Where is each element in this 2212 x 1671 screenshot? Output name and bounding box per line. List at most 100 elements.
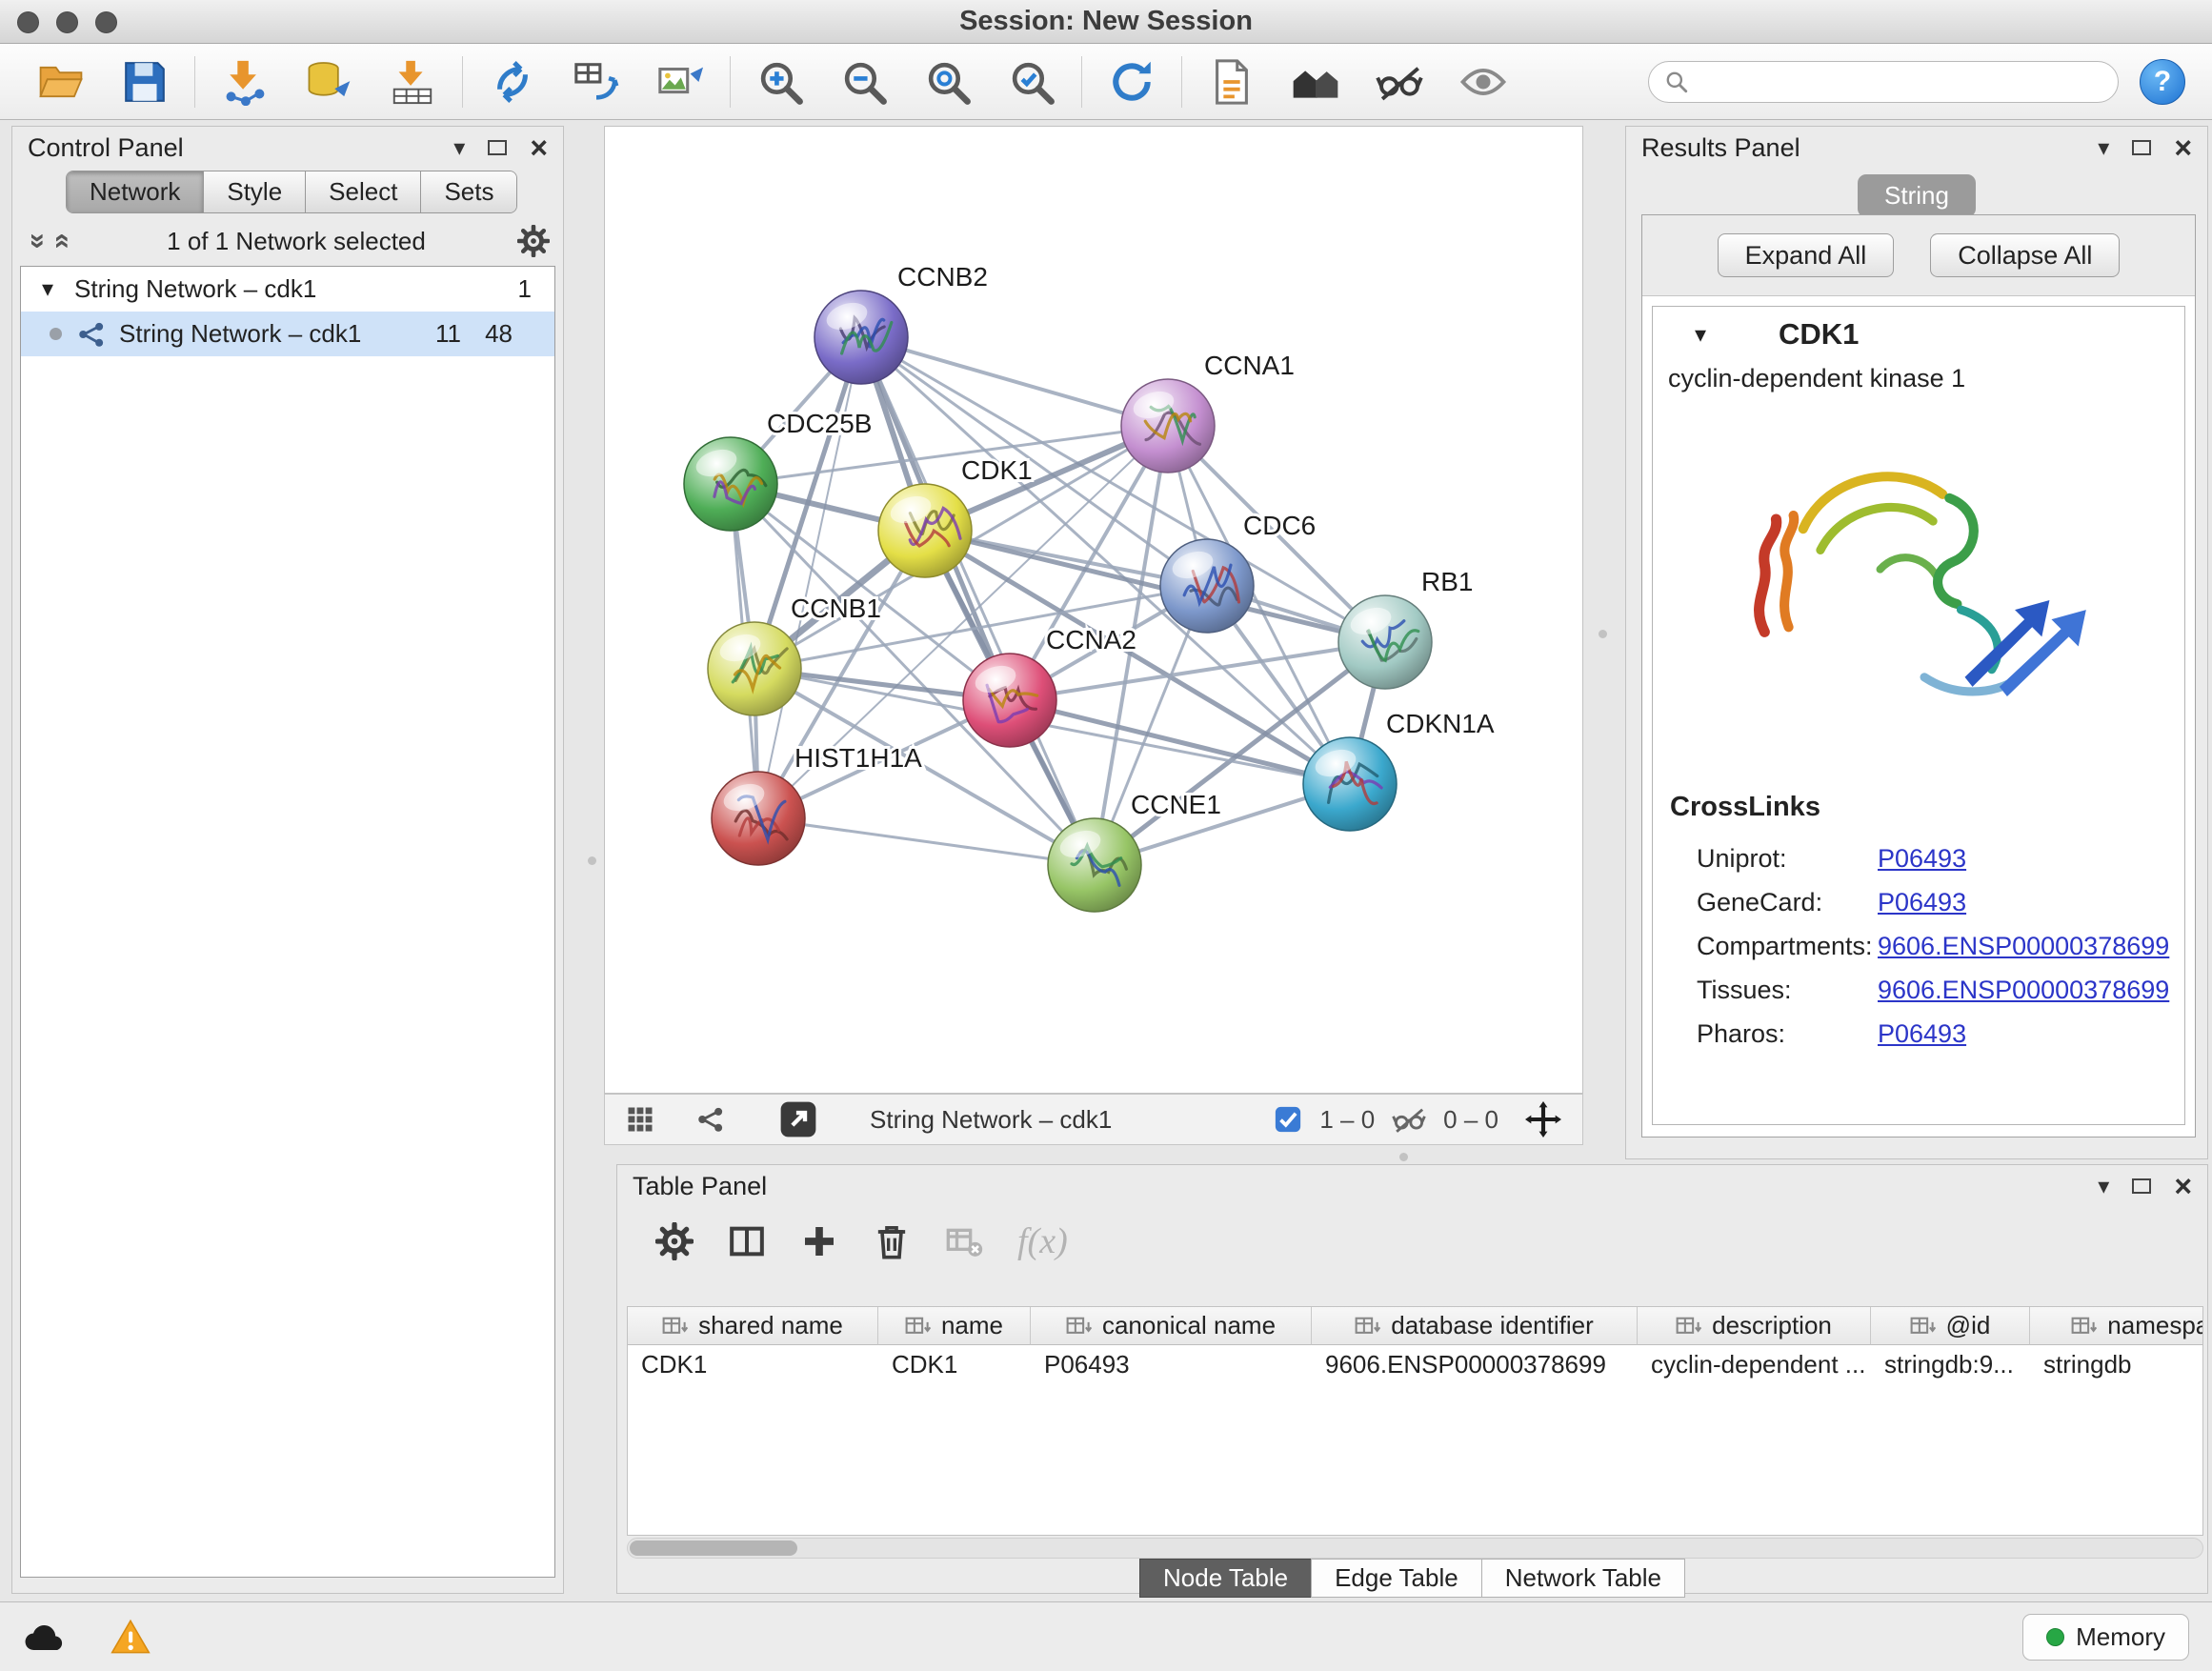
toolbar-separator (462, 56, 463, 108)
tab-network-table[interactable]: Network Table (1481, 1559, 1685, 1598)
show-columns-icon[interactable] (728, 1222, 766, 1260)
crosslink-row: GeneCard:P06493 (1653, 880, 2184, 924)
delete-table-icon (945, 1222, 983, 1260)
warning-icon[interactable] (111, 1619, 151, 1655)
tree-expander-icon[interactable]: ▾ (42, 275, 74, 303)
column-header-@id[interactable]: @id (1871, 1307, 2030, 1345)
network-collection-row[interactable]: ▾ String Network – cdk1 1 (21, 267, 554, 312)
tab-sets[interactable]: Sets (421, 171, 516, 212)
horizontal-splitter-handle[interactable] (1399, 1153, 1408, 1161)
network-view[interactable]: CCNB2CCNA1CDC25BCDK1CDC6RB1CCNB1CCNA2CDK… (604, 126, 1583, 1094)
crosslink-link[interactable]: P06493 (1878, 844, 1966, 874)
column-header-namespace[interactable]: namespace (2030, 1307, 2203, 1345)
panel-close-icon[interactable]: × (2174, 138, 2192, 157)
open-session-button[interactable] (19, 45, 103, 119)
network-row-selected[interactable]: String Network – cdk1 11 48 (21, 312, 554, 356)
search-input[interactable] (1699, 67, 2102, 96)
window-zoom-button[interactable] (95, 11, 117, 33)
panel-maximize-icon[interactable] (2132, 140, 2151, 155)
detach-view-icon[interactable] (778, 1099, 818, 1139)
network-edge[interactable] (758, 818, 1095, 865)
crosslink-row: Tissues:9606.ENSP00000378699 (1653, 968, 2184, 1012)
network-edge[interactable] (861, 337, 1168, 426)
fit-content-crosshair-icon[interactable] (1525, 1101, 1561, 1137)
zoom-selected-button[interactable] (990, 45, 1074, 119)
column-header-shared-name[interactable]: shared name (628, 1307, 878, 1345)
zoom-in-button[interactable] (738, 45, 822, 119)
column-header-canonical-name[interactable]: canonical name (1031, 1307, 1312, 1345)
network-edge[interactable] (861, 337, 1095, 865)
selected-checkbox-icon[interactable] (1274, 1105, 1302, 1134)
panel-close-icon[interactable]: × (530, 138, 548, 157)
crosslink-link[interactable]: P06493 (1878, 1019, 1966, 1049)
expand-all-icon[interactable]: « (47, 229, 79, 253)
export-image-button[interactable] (638, 45, 722, 119)
entry-expander-icon[interactable]: ▾ (1695, 321, 1727, 349)
string-results-box: Expand All Collapse All ▾ CDK1 cyclin-de… (1641, 214, 2196, 1137)
tab-style[interactable]: Style (204, 171, 306, 212)
scrollbar-thumb[interactable] (630, 1540, 797, 1556)
snapshot-document-button[interactable] (1190, 45, 1274, 119)
cloud-status-icon[interactable] (23, 1620, 67, 1654)
hide-graphics-details-button[interactable] (1357, 45, 1441, 119)
birds-eye-view-button[interactable] (1274, 45, 1357, 119)
panel-close-icon[interactable]: × (2174, 1177, 2192, 1196)
panel-maximize-icon[interactable] (488, 140, 507, 155)
crosslink-link[interactable]: 9606.ENSP00000378699 (1878, 932, 2169, 961)
clone-network-button[interactable] (471, 45, 554, 119)
collapse-all-button[interactable]: Collapse All (1930, 233, 2120, 277)
import-table-button[interactable] (371, 45, 454, 119)
crosslink-link[interactable]: P06493 (1878, 888, 1966, 917)
control-panel: Control Panel ▾ × NetworkStyleSelectSets… (11, 126, 564, 1594)
toolbar-search-field[interactable] (1648, 61, 2119, 103)
expand-all-button[interactable]: Expand All (1718, 233, 1895, 277)
protein-entry-header[interactable]: ▾ CDK1 (1653, 307, 2184, 362)
show-graphics-details-button[interactable] (1441, 45, 1525, 119)
table-horizontal-scrollbar[interactable] (627, 1538, 2203, 1559)
column-header-description[interactable]: description (1638, 1307, 1871, 1345)
import-network-file-button[interactable] (203, 45, 287, 119)
import-network-database-button[interactable] (287, 45, 371, 119)
network-node-CDKN1A[interactable]: CDKN1A (1303, 709, 1495, 831)
tab-network[interactable]: Network (67, 171, 204, 212)
results-tab-string[interactable]: String (1858, 174, 1976, 217)
panel-float-icon[interactable]: ▾ (2098, 1173, 2109, 1200)
table-row[interactable]: CDK1CDK1P064939606.ENSP00000378699cyclin… (628, 1345, 2202, 1383)
vertical-splitter-handle[interactable] (1599, 630, 1607, 638)
network-options-gear-icon[interactable] (517, 225, 550, 257)
memory-button[interactable]: Memory (2022, 1614, 2189, 1661)
network-label: String Network – cdk1 (119, 319, 361, 349)
network-node-HIST1H1A[interactable]: HIST1H1A (712, 743, 922, 865)
window-close-button[interactable] (17, 11, 39, 33)
help-button[interactable]: ? (2140, 59, 2185, 105)
memory-status-dot (2046, 1628, 2064, 1646)
control-panel-title: Control Panel (28, 133, 184, 163)
save-session-button[interactable] (103, 45, 187, 119)
panel-maximize-icon[interactable] (2132, 1178, 2151, 1194)
tab-edge-table[interactable]: Edge Table (1311, 1559, 1481, 1598)
zoom-out-button[interactable] (822, 45, 906, 119)
panel-float-icon[interactable]: ▾ (453, 134, 465, 162)
column-header-name[interactable]: name (878, 1307, 1031, 1345)
network-graph[interactable]: CCNB2CCNA1CDC25BCDK1CDC6RB1CCNB1CCNA2CDK… (605, 127, 1584, 1095)
apply-layout-button[interactable] (1090, 45, 1174, 119)
tab-select[interactable]: Select (306, 171, 421, 212)
create-column-plus-icon[interactable] (800, 1222, 838, 1260)
network-node-CDK1[interactable]: CDK1 (878, 455, 1033, 577)
column-header-database-identifier[interactable]: database identifier (1312, 1307, 1638, 1345)
vertical-splitter-handle[interactable] (588, 856, 596, 865)
zoom-fit-button[interactable] (906, 45, 990, 119)
panel-float-icon[interactable]: ▾ (2098, 134, 2109, 162)
table-options-gear-icon[interactable] (655, 1222, 694, 1260)
delete-column-trash-icon[interactable] (873, 1222, 911, 1260)
network-overview-icon[interactable] (696, 1105, 725, 1134)
network-node-RB1[interactable]: RB1 (1338, 567, 1473, 689)
hidden-elements-icon[interactable] (1392, 1104, 1426, 1135)
export-table-button[interactable] (554, 45, 638, 119)
network-node-CCNA1[interactable]: CCNA1 (1121, 351, 1295, 473)
window-minimize-button[interactable] (56, 11, 78, 33)
tab-node-table[interactable]: Node Table (1139, 1559, 1311, 1598)
crosslink-link[interactable]: 9606.ENSP00000378699 (1878, 976, 2169, 1005)
grid-view-icon[interactable] (626, 1105, 654, 1134)
network-node-CCNE1[interactable]: CCNE1 (1048, 790, 1221, 912)
